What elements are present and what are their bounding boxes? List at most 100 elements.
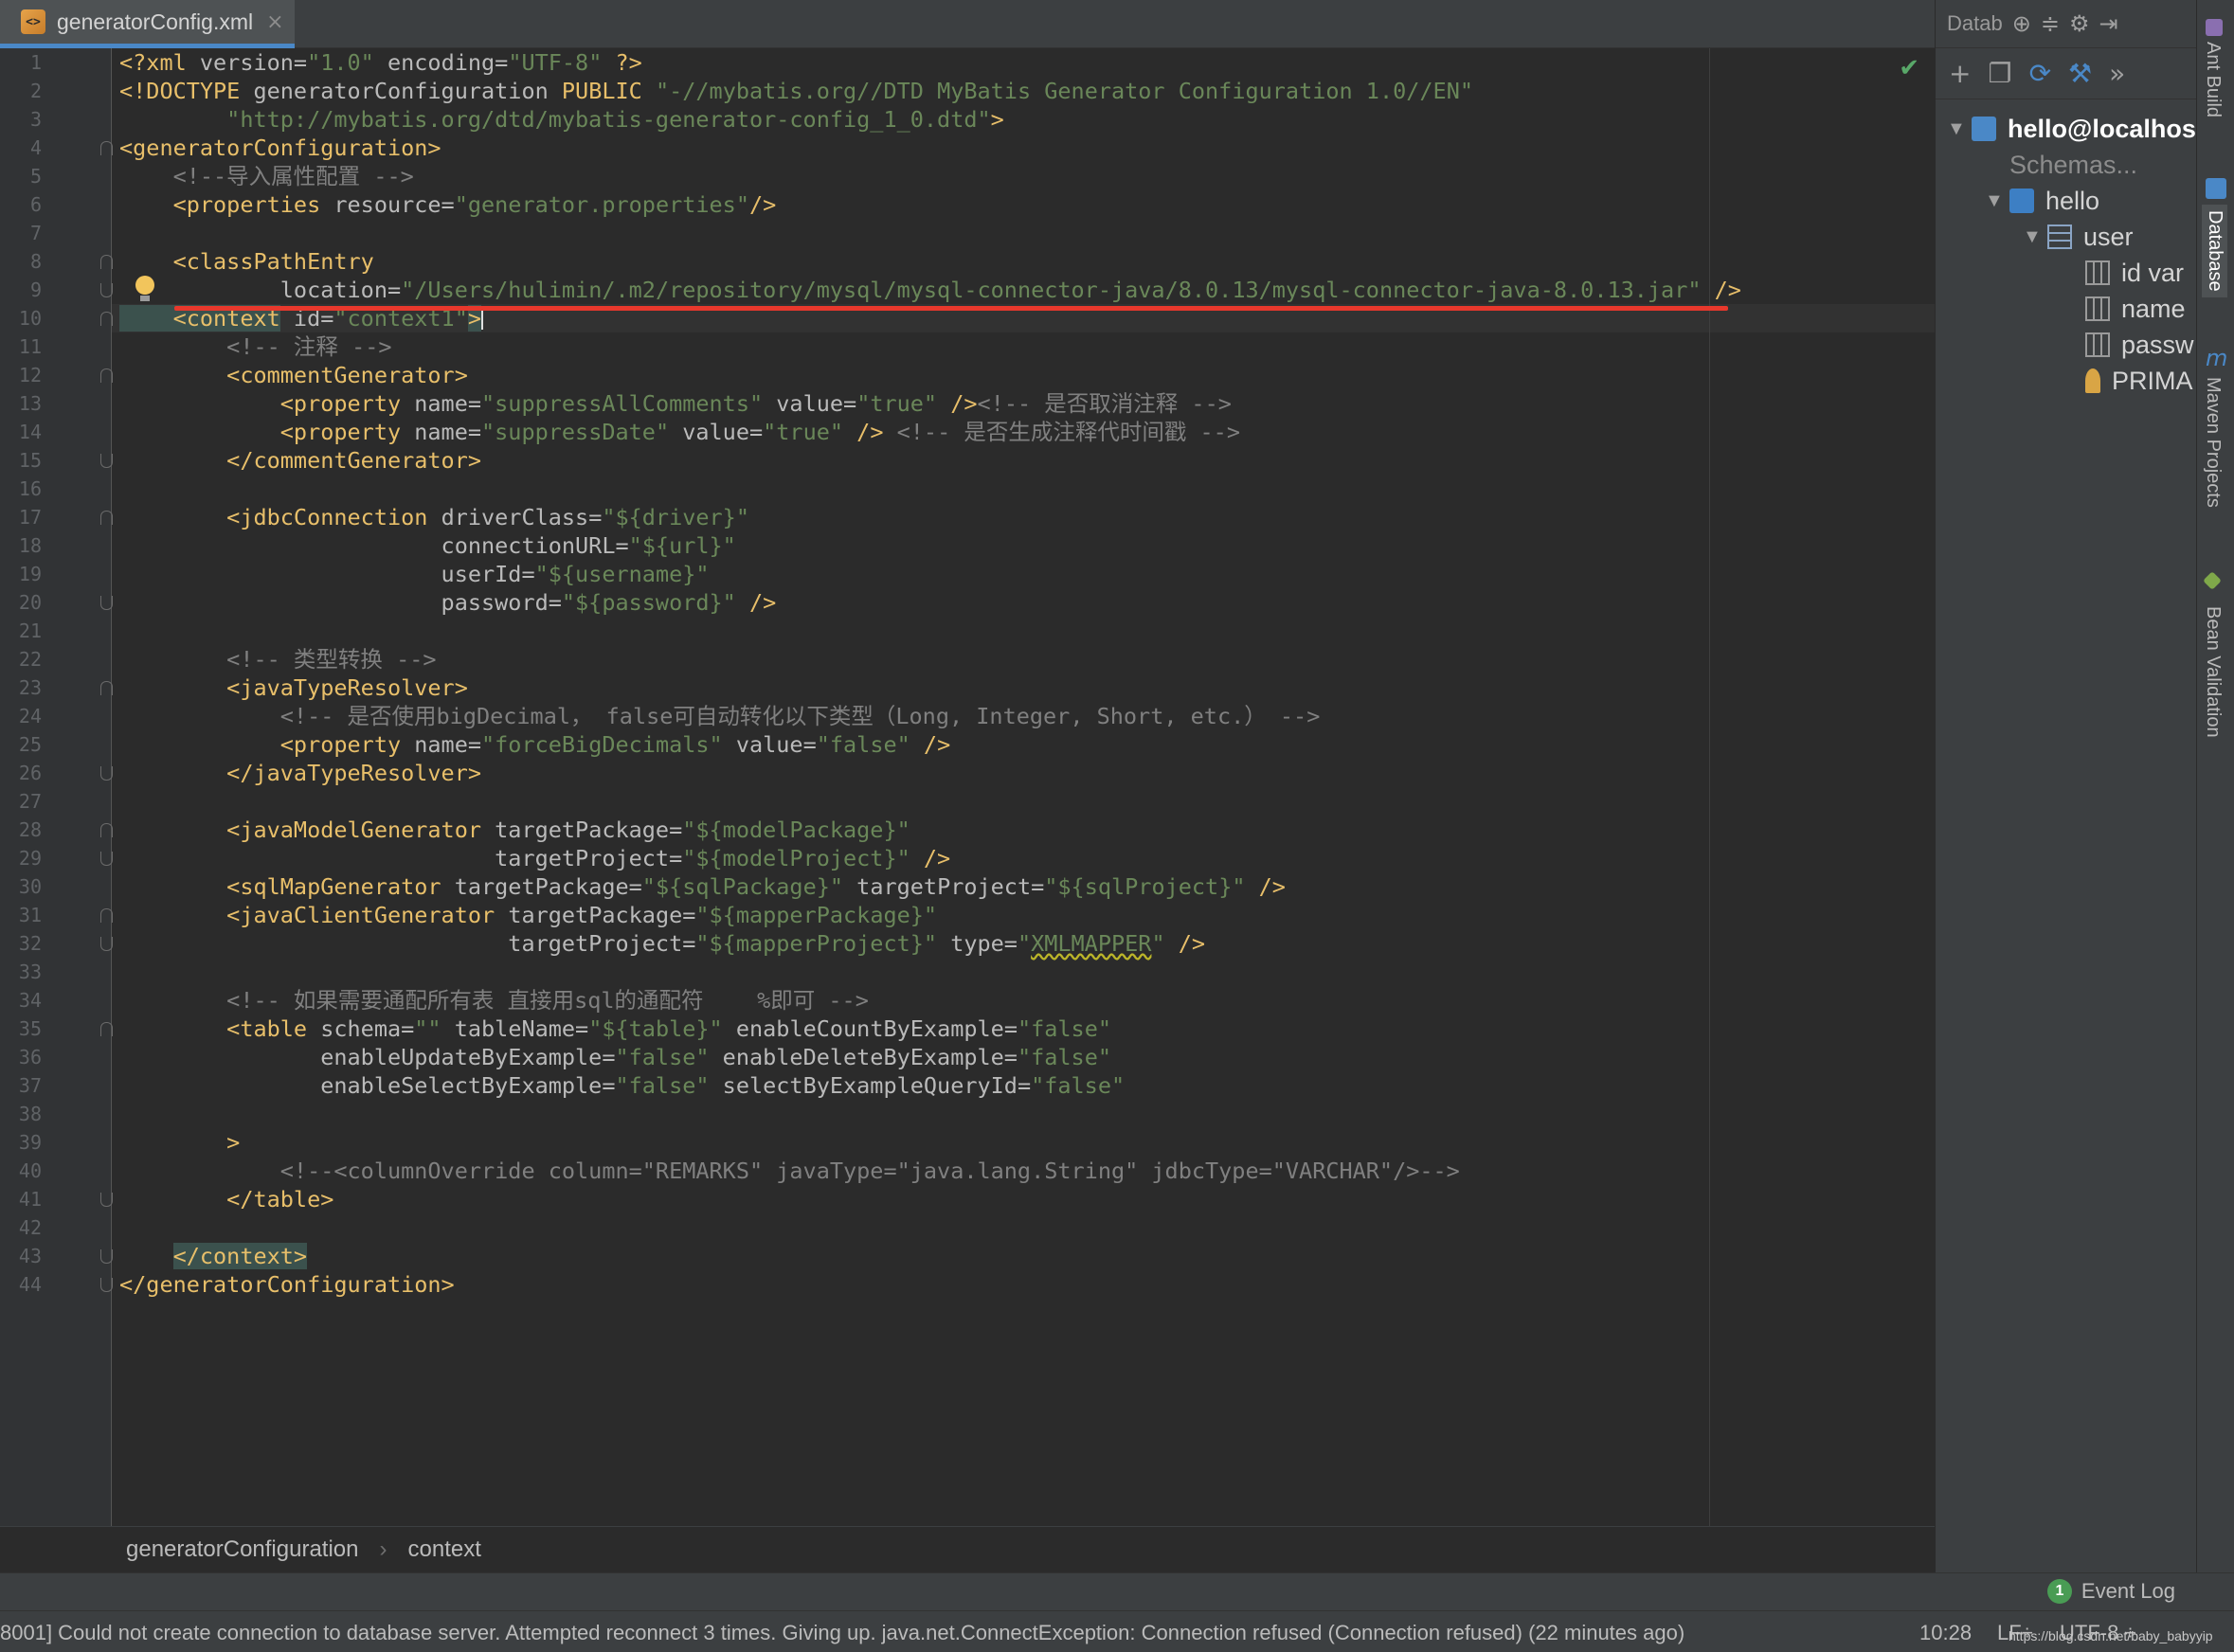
gear-icon[interactable]: ⚙ [2069,10,2090,38]
bean-validation-tab[interactable]: Bean Validation [2202,606,2224,738]
tab-generator-config[interactable]: <> generatorConfig.xml × [0,0,295,48]
code-line[interactable]: 15 </commentGenerator> [0,446,1935,475]
code-line[interactable]: 30 <sqlMapGenerator targetPackage="${sql… [0,872,1935,901]
expand-arrow-icon[interactable]: ▼ [2023,226,2047,248]
fold-marker-icon[interactable] [100,852,113,866]
tree-node[interactable]: ▼ user [2023,219,2134,255]
fold-marker-icon[interactable] [100,368,113,383]
globe-icon[interactable]: ⊕ [2012,10,2031,38]
code-line[interactable]: 21 [0,617,1935,645]
fold-marker-icon[interactable] [100,255,113,269]
code-line[interactable]: 43 </context> [0,1242,1935,1270]
fold-marker-icon[interactable] [100,1022,113,1036]
token: value= [722,731,817,758]
caret-position[interactable]: 10:28 [1919,1621,1972,1645]
expand-arrow-icon[interactable]: ▼ [1947,118,1972,140]
code-line[interactable]: 38 [0,1100,1935,1128]
code-line[interactable]: 25 <property name="forceBigDecimals" val… [0,730,1935,759]
code-line[interactable]: 42 [0,1213,1935,1242]
code-line[interactable]: 36 enableUpdateByExample="false" enableD… [0,1043,1935,1071]
tree-node[interactable]: name [2061,291,2186,327]
fold-marker-icon[interactable] [100,1278,113,1292]
code-line[interactable]: 11 <!-- 注释 --> [0,332,1935,361]
code-line[interactable]: 17 <jdbcConnection driverClass="${driver… [0,503,1935,531]
expand-arrow-icon[interactable]: ▼ [1985,190,2009,212]
annotation-red-underline [174,306,1728,311]
fold-marker-icon[interactable] [100,596,113,610]
copy-icon[interactable]: ❐ [1988,58,2011,89]
code-line[interactable]: 5 <!--导入属性配置 --> [0,162,1935,190]
close-icon[interactable]: × [266,10,283,34]
tree-node[interactable]: ▼ hello@localhost [1947,111,2196,147]
code-line[interactable]: 39 > [0,1128,1935,1157]
more-icon[interactable]: » [2109,58,2125,89]
code-line[interactable]: 9 location="/Users/hulimin/.m2/repositor… [0,276,1935,304]
fold-marker-icon[interactable] [100,283,113,297]
breadcrumb-item-generator-configuration[interactable]: generatorConfiguration [126,1536,359,1563]
code-line[interactable]: 24 <!-- 是否使用bigDecimal， false可自动转化以下类型（L… [0,702,1935,730]
fold-marker-icon[interactable] [100,766,113,781]
fold-marker-icon[interactable] [100,141,113,155]
code-line[interactable]: 27 [0,787,1935,816]
hide-panel-icon[interactable]: ⇥ [2099,10,2117,38]
lightbulb-icon[interactable] [135,276,155,301]
code-line[interactable]: 19 userId="${username}" [0,560,1935,588]
code-line[interactable]: 37 enableSelectByExample="false" selectB… [0,1071,1935,1100]
code-line[interactable]: 41 </table> [0,1185,1935,1213]
properties-icon[interactable]: ⚒ [2068,58,2092,89]
code-line[interactable]: 16 [0,475,1935,503]
token: "${url}" [628,532,736,559]
fold-marker-icon[interactable] [100,937,113,951]
code-line[interactable]: 4 <generatorConfiguration> [0,134,1935,162]
inspection-ok-icon[interactable]: ✔ [1899,54,1919,82]
code-line[interactable]: 8 <classPathEntry [0,247,1935,276]
code-line[interactable]: 32 targetProject="${mapperProject}" type… [0,929,1935,958]
code-line[interactable]: 33 [0,958,1935,986]
maven-projects-tab[interactable]: Maven Projects [2202,377,2224,508]
tree-node[interactable]: PRIMA [2061,363,2193,399]
code-editor[interactable]: 1 <?xml version="1.0" encoding="UTF-8" ?>… [0,48,1935,1526]
code-line[interactable]: 18 connectionURL="${url}" [0,531,1935,560]
code-line[interactable]: 2 <!DOCTYPE generatorConfiguration PUBLIC… [0,77,1935,105]
code-line[interactable]: 35 <table schema="" tableName="${table}"… [0,1015,1935,1043]
code-line[interactable]: 31 <javaClientGenerator targetPackage="$… [0,901,1935,929]
code-line[interactable]: 1 <?xml version="1.0" encoding="UTF-8" ?> [0,48,1935,77]
code-line[interactable]: 26 </javaTypeResolver> [0,759,1935,787]
token: /> [735,589,777,616]
refresh-icon[interactable]: ⟳ [2029,58,2051,89]
code-line[interactable]: 23 <javaTypeResolver> [0,673,1935,702]
tree-node[interactable]: Schemas... [1985,147,2137,183]
code-line[interactable]: 3 "http://mybatis.org/dtd/mybatis-genera… [0,105,1935,134]
code-line[interactable]: 29 targetProject="${modelProject}" /> [0,844,1935,872]
fold-marker-icon[interactable] [100,908,113,923]
code-line[interactable]: 44 </generatorConfiguration> [0,1270,1935,1299]
code-line[interactable]: 7 [0,219,1935,247]
collapse-icon[interactable]: ≑ [2041,10,2060,38]
status-message[interactable]: 8001] Could not create connection to dat… [0,1621,1685,1645]
code-line[interactable]: 22 <!-- 类型转换 --> [0,645,1935,673]
fold-marker-icon[interactable] [100,1249,113,1264]
code-line[interactable]: 20 password="${password}" /> [0,588,1935,617]
fold-marker-icon[interactable] [100,681,113,695]
tree-node[interactable]: ▼ hello [1985,183,2099,219]
fold-marker-icon[interactable] [100,454,113,468]
database-tab[interactable]: Database [2202,205,2227,297]
code-line[interactable]: 13 <property name="suppressAllComments" … [0,389,1935,418]
add-icon[interactable]: + [1949,58,1971,89]
fold-marker-icon[interactable] [100,312,113,326]
code-line[interactable]: 14 <property name="suppressDate" value="… [0,418,1935,446]
fold-marker-icon[interactable] [100,1193,113,1207]
code-line[interactable]: 12 <commentGenerator> [0,361,1935,389]
code-line[interactable]: 6 <properties resource="generator.proper… [0,190,1935,219]
code-line[interactable]: 40 <!--<columnOverride column="REMARKS" … [0,1157,1935,1185]
code-line[interactable]: 28 <javaModelGenerator targetPackage="${… [0,816,1935,844]
ant-build-tab[interactable]: Ant Build [2202,42,2224,117]
tree-node[interactable]: id var [2061,255,2184,291]
event-log-button[interactable]: 1 Event Log [2046,1579,2175,1604]
breadcrumb-item-context[interactable]: context [408,1536,481,1563]
tree-node[interactable]: passw [2061,327,2194,363]
token: "${table}" [588,1015,723,1042]
fold-marker-icon[interactable] [100,823,113,837]
code-line[interactable]: 34 <!-- 如果需要通配所有表 直接用sql的通配符 %即可 --> [0,986,1935,1015]
fold-marker-icon[interactable] [100,511,113,525]
